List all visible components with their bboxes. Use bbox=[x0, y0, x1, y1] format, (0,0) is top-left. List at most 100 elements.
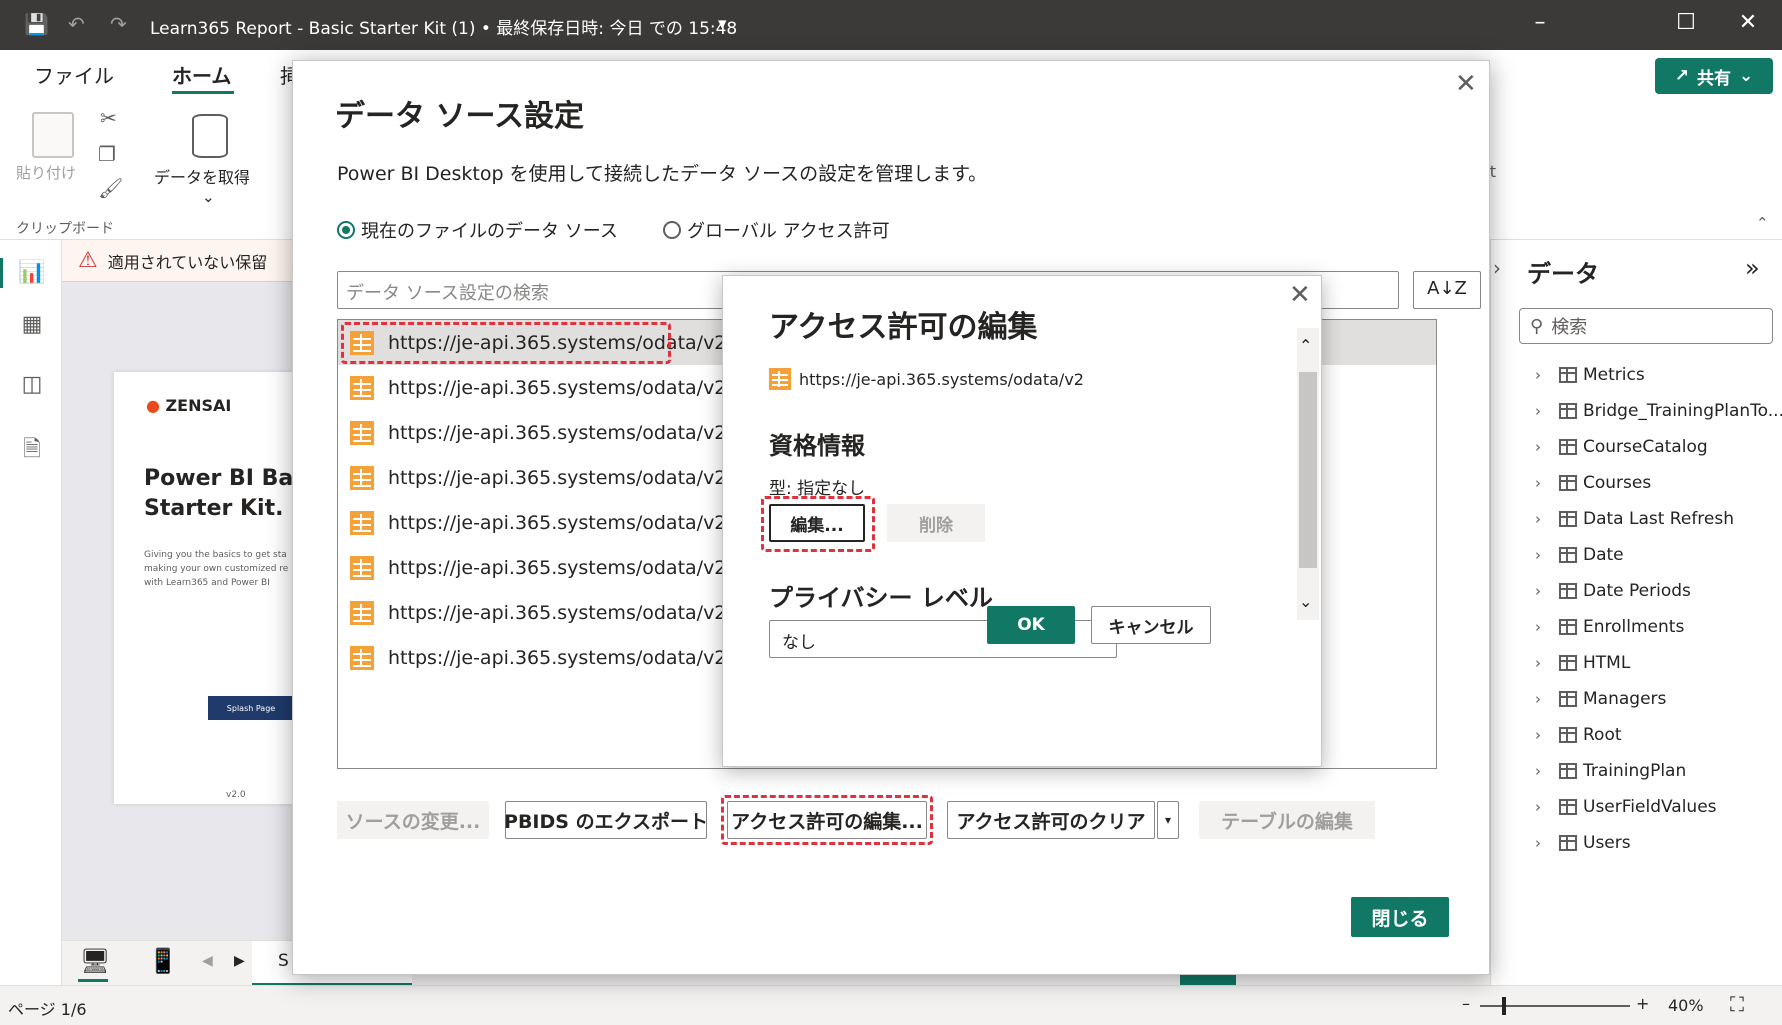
table-icon bbox=[1559, 511, 1577, 527]
clear-permissions-dropdown-icon[interactable]: ▾ bbox=[1157, 801, 1179, 839]
data-pane-item[interactable]: › Root bbox=[1535, 720, 1622, 750]
data-pane-item[interactable]: › Users bbox=[1535, 828, 1631, 858]
mobile-layout-icon[interactable]: 📱 bbox=[148, 947, 178, 975]
scrollbar-thumb[interactable] bbox=[1299, 372, 1317, 568]
redo-icon[interactable]: ↷ bbox=[110, 12, 127, 36]
table-icon bbox=[1559, 367, 1577, 383]
export-pbids-button[interactable]: PBIDS のエクスポート bbox=[504, 801, 708, 839]
chevron-right-icon[interactable]: › bbox=[1535, 690, 1553, 708]
data-pane-item[interactable]: › Metrics bbox=[1535, 360, 1645, 390]
paste-label[interactable]: 貼り付け bbox=[16, 162, 76, 183]
data-pane-item[interactable]: › Data Last Refresh bbox=[1535, 504, 1734, 534]
edit-permissions-button[interactable]: アクセス許可の編集... bbox=[727, 801, 927, 839]
chevron-right-icon[interactable]: › bbox=[1535, 654, 1553, 672]
close-window-icon[interactable]: ✕ bbox=[1728, 10, 1768, 35]
get-data-icon[interactable] bbox=[192, 114, 228, 158]
chevron-right-icon[interactable]: › bbox=[1535, 762, 1553, 780]
close-button[interactable]: 閉じる bbox=[1351, 897, 1449, 937]
share-button[interactable]: ↗ 共有 ⌄ bbox=[1655, 58, 1773, 94]
collapse-ribbon-icon[interactable]: ⌃ bbox=[1756, 214, 1769, 232]
cancel-button[interactable]: キャンセル bbox=[1091, 606, 1211, 644]
paste-icon[interactable] bbox=[32, 112, 74, 158]
minimize-icon[interactable]: – bbox=[1520, 10, 1560, 35]
close-icon[interactable]: ✕ bbox=[1455, 69, 1477, 99]
subdialog-source: https://je-api.365.systems/odata/v2 bbox=[769, 368, 1084, 390]
table-icon bbox=[1559, 727, 1577, 743]
change-source-button[interactable]: ソースの変更... bbox=[337, 801, 489, 839]
maximize-icon[interactable]: ☐ bbox=[1666, 10, 1706, 35]
next-page-icon[interactable]: ▶ bbox=[234, 953, 245, 969]
chevron-right-icon[interactable]: › bbox=[1535, 402, 1553, 420]
chevron-right-icon[interactable]: › bbox=[1535, 834, 1553, 852]
expand-pane-icon[interactable]: › bbox=[1493, 256, 1501, 280]
collapse-pane-icon[interactable]: » bbox=[1745, 254, 1760, 282]
data-pane-item[interactable]: › Bridge_TrainingPlanTo... bbox=[1535, 396, 1782, 426]
radio-global-permissions[interactable]: グローバル アクセス許可 bbox=[663, 217, 890, 243]
chevron-right-icon[interactable]: › bbox=[1535, 546, 1553, 564]
fit-to-page-icon[interactable]: ⛶ bbox=[1730, 992, 1744, 1016]
radio-global-indicator[interactable] bbox=[663, 221, 681, 239]
data-pane-item[interactable]: › UserFieldValues bbox=[1535, 792, 1717, 822]
title-dropdown-icon[interactable]: ▾ bbox=[718, 14, 727, 34]
scroll-down-icon[interactable]: ⌄ bbox=[1299, 592, 1312, 611]
get-data-dropdown-icon[interactable]: ⌄ bbox=[202, 188, 215, 206]
edit-credentials-button[interactable]: 編集... bbox=[769, 504, 865, 542]
copy-icon[interactable]: ❐ bbox=[98, 142, 116, 166]
model-view-icon[interactable]: ◫ bbox=[18, 372, 46, 400]
cut-icon[interactable]: ✂ bbox=[100, 106, 117, 130]
close-icon[interactable]: ✕ bbox=[1289, 280, 1311, 310]
chevron-right-icon[interactable]: › bbox=[1535, 582, 1553, 600]
data-pane-item[interactable]: › Date bbox=[1535, 540, 1624, 570]
data-pane-item[interactable]: › Managers bbox=[1535, 684, 1666, 714]
data-pane-search[interactable]: ⚲ 検索 bbox=[1519, 308, 1773, 344]
chevron-right-icon[interactable]: › bbox=[1535, 726, 1553, 744]
radio-current-file-indicator[interactable] bbox=[337, 221, 355, 239]
data-pane-item[interactable]: › Enrollments bbox=[1535, 612, 1684, 642]
save-icon[interactable]: 💾 bbox=[24, 12, 49, 36]
data-pane-item[interactable]: › HTML bbox=[1535, 648, 1630, 678]
tab-home[interactable]: ホーム bbox=[172, 60, 231, 89]
ok-button[interactable]: OK bbox=[987, 606, 1075, 644]
scroll-up-icon[interactable]: ⌃ bbox=[1299, 336, 1312, 355]
report-view-icon[interactable]: 📊 bbox=[18, 260, 46, 288]
data-pane-item-label: Data Last Refresh bbox=[1583, 509, 1735, 529]
table-icon bbox=[1559, 475, 1577, 491]
chevron-right-icon[interactable]: › bbox=[1535, 798, 1553, 816]
data-pane-title: データ bbox=[1527, 260, 1599, 288]
tab-file[interactable]: ファイル bbox=[34, 60, 114, 89]
data-pane-item[interactable]: › CourseCatalog bbox=[1535, 432, 1708, 462]
delete-credentials-button[interactable]: 削除 bbox=[887, 504, 985, 542]
chevron-right-icon[interactable]: › bbox=[1535, 510, 1553, 528]
data-pane-item[interactable]: › Courses bbox=[1535, 468, 1651, 498]
data-pane-item[interactable]: › Date Periods bbox=[1535, 576, 1691, 606]
title-bar: 💾 ↶ ↷ Learn365 Report - Basic Starter Ki… bbox=[0, 0, 1782, 50]
data-pane-item[interactable]: › TrainingPlan bbox=[1535, 756, 1686, 786]
window-title[interactable]: Learn365 Report - Basic Starter Kit (1) … bbox=[150, 14, 737, 39]
desktop-layout-icon[interactable]: 🖥 bbox=[80, 947, 110, 975]
zoom-slider-thumb[interactable] bbox=[1502, 997, 1506, 1015]
edit-tables-button[interactable]: テーブルの編集 bbox=[1199, 801, 1375, 839]
chevron-right-icon[interactable]: › bbox=[1535, 366, 1553, 384]
prev-page-icon[interactable]: ◀ bbox=[202, 953, 213, 969]
report-page-preview[interactable]: ● ZENSAI Power BI Bas Starter Kit. Givin… bbox=[114, 372, 306, 804]
clear-permissions-button[interactable]: アクセス許可のクリア bbox=[947, 801, 1155, 839]
layout-indicator bbox=[78, 979, 108, 982]
zoom-out-icon[interactable]: – bbox=[1462, 994, 1470, 1013]
format-painter-icon[interactable]: 🖌 bbox=[98, 176, 123, 200]
dialog-title: データ ソース設定 bbox=[335, 99, 584, 134]
subdialog-scrollbar[interactable]: ⌃ ⌄ bbox=[1297, 328, 1319, 620]
splash-page-button[interactable]: Splash Page bbox=[208, 696, 294, 720]
dax-query-view-icon[interactable]: 🗎 bbox=[18, 432, 46, 462]
chevron-right-icon[interactable]: › bbox=[1535, 474, 1553, 492]
chevron-right-icon[interactable]: › bbox=[1535, 438, 1553, 456]
chevron-right-icon[interactable]: › bbox=[1535, 618, 1553, 636]
zoom-in-icon[interactable]: + bbox=[1636, 994, 1649, 1013]
get-data-label[interactable]: データを取得 bbox=[154, 164, 250, 188]
active-view-indicator bbox=[0, 258, 3, 288]
view-rail: 📊 ▦ ◫ 🗎 bbox=[0, 240, 62, 985]
radio-current-file[interactable]: 現在のファイルのデータ ソース bbox=[337, 217, 618, 243]
sort-button[interactable]: A↓Z bbox=[1413, 271, 1481, 309]
table-view-icon[interactable]: ▦ bbox=[18, 312, 46, 340]
data-pane: › データ » ⚲ 検索 › Metrics › Bridge_TrainingPla… bbox=[1490, 240, 1782, 985]
undo-icon[interactable]: ↶ bbox=[68, 12, 85, 36]
